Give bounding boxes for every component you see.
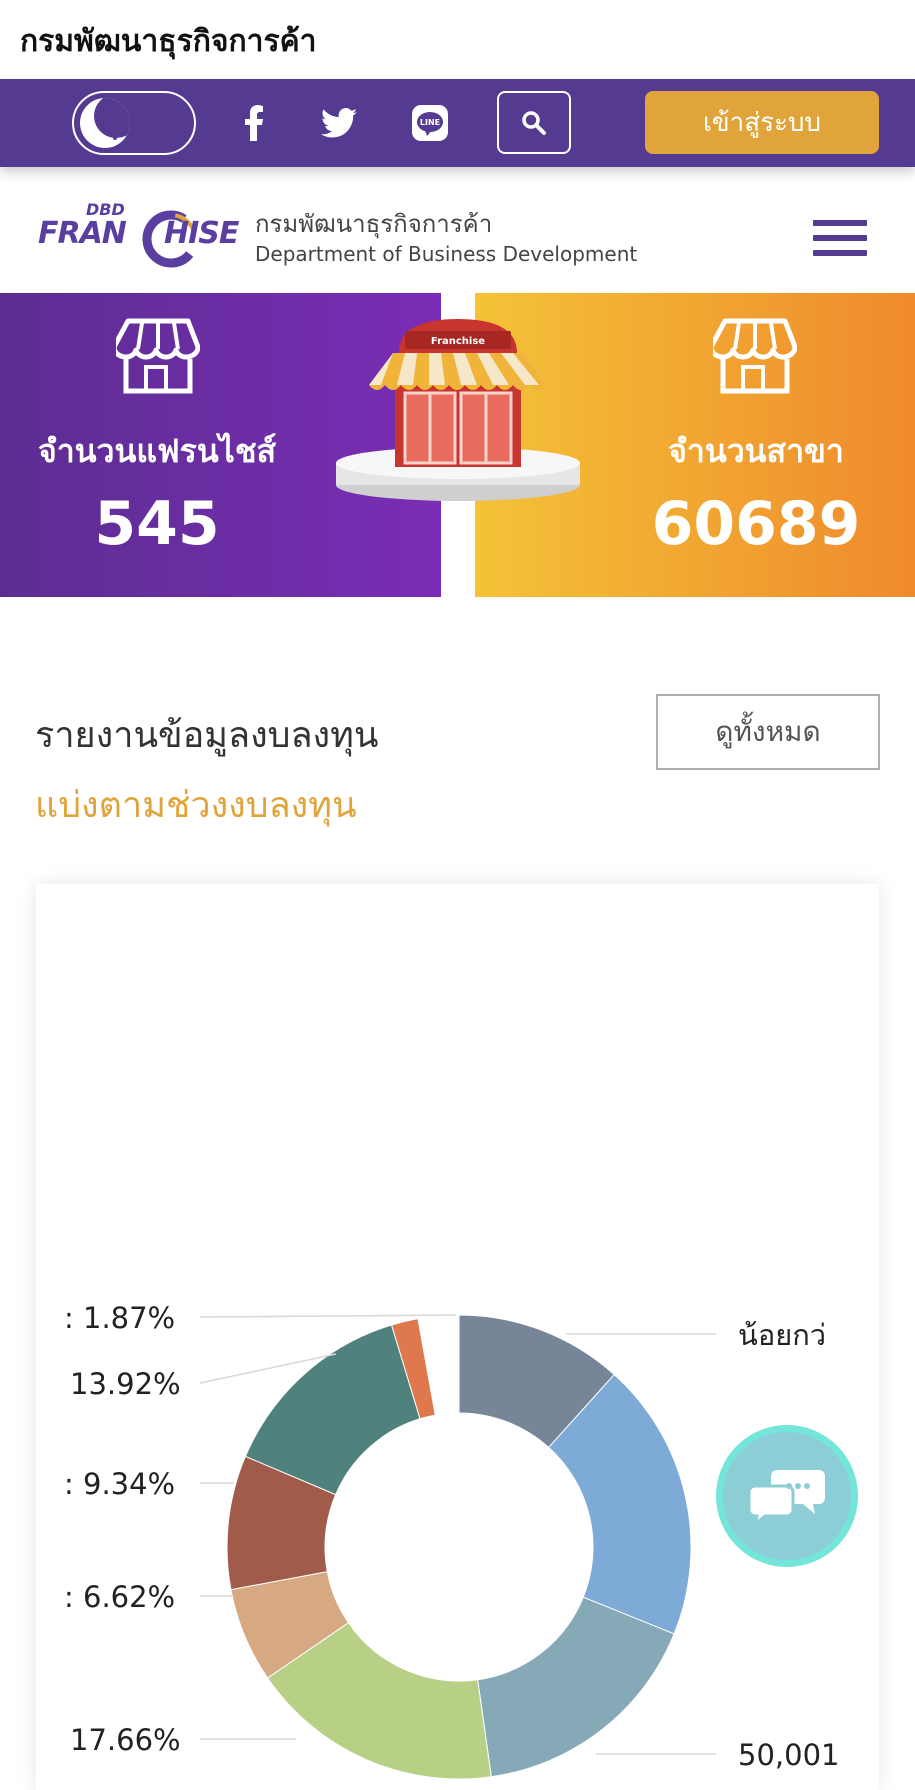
theme-toggle[interactable]: [72, 91, 196, 155]
chat-button[interactable]: [716, 1425, 858, 1567]
report-title: รายงานข้อมูลงบลงทุน: [35, 715, 379, 756]
report-subtitle: แบ่งตามช่วงงบลงทุน: [35, 785, 357, 826]
search-button[interactable]: [497, 91, 571, 154]
view-all-button[interactable]: ดูทั้งหมด: [656, 694, 880, 770]
branch-count-value: 60689: [651, 489, 861, 559]
hamburger-line: [813, 250, 867, 256]
label-leader-line: [199, 1314, 457, 1318]
franchise-count-label: จำนวนแฟรนไชส์: [37, 432, 277, 470]
slice-label: : 6.62%: [64, 1580, 175, 1614]
brand-name-th: กรมพัฒนาธุรกิจการค้า: [255, 210, 493, 238]
donut-slice[interactable]: [477, 1596, 675, 1778]
franchise-count-value: 545: [94, 489, 220, 559]
moon-icon: [80, 98, 130, 148]
menu-button[interactable]: [813, 220, 869, 260]
page-title: กรมพัฒนาธุรกิจการค้า: [20, 24, 317, 59]
page: กรมพัฒนาธุรกิจการค้า LINE เข้าสู่ระบบ DB…: [0, 0, 915, 1790]
slice-label: 50,001: [738, 1738, 839, 1772]
franchise-logo[interactable]: DBD FRAN HISE: [36, 200, 239, 274]
top-toolbar: LINE เข้าสู่ระบบ: [0, 79, 915, 167]
slice-label: : 9.34%: [64, 1467, 175, 1501]
logo-word-left: FRAN: [38, 216, 127, 251]
investment-donut-chart: : 1.87% 13.92% : 9.34% : 6.62% 17.66% น้อยกว่…: [64, 1301, 839, 1780]
search-icon: [522, 110, 546, 135]
logo-word-right: HISE: [164, 216, 239, 251]
chat-bubbles-icon: [747, 1470, 825, 1526]
login-button[interactable]: เข้าสู่ระบบ: [645, 91, 879, 154]
branch-count-label: จำนวนสาขา: [668, 432, 844, 470]
investment-chart-card: : 1.87% 13.92% : 9.34% : 6.62% 17.66% น้อยกว่…: [36, 884, 879, 1790]
store-icon: [116, 318, 200, 394]
hamburger-line: [813, 235, 867, 241]
brand-name-en: Department of Business Development: [255, 242, 638, 266]
slice-label: 13.92%: [70, 1367, 181, 1401]
kiosk-sign: Franchise: [431, 336, 485, 347]
slice-label: น้อยกว่: [738, 1318, 826, 1352]
brand-header: DBD FRAN HISE กรมพัฒนาธุรกิจการค้า Depar…: [0, 180, 915, 292]
twitter-icon[interactable]: [317, 101, 361, 145]
hamburger-line: [813, 220, 867, 226]
stats-banner: จำนวนแฟรนไชส์ 545 จำนวนสาขา 60689 Franch…: [0, 293, 915, 597]
facebook-icon[interactable]: [232, 101, 276, 145]
slice-label: : 1.87%: [64, 1301, 175, 1335]
line-icon[interactable]: LINE: [408, 101, 452, 145]
store-icon: [713, 318, 797, 394]
slice-label: 17.66%: [70, 1723, 181, 1757]
franchise-kiosk-illustration: Franchise: [336, 319, 580, 501]
line-icon-text: LINE: [420, 118, 440, 127]
